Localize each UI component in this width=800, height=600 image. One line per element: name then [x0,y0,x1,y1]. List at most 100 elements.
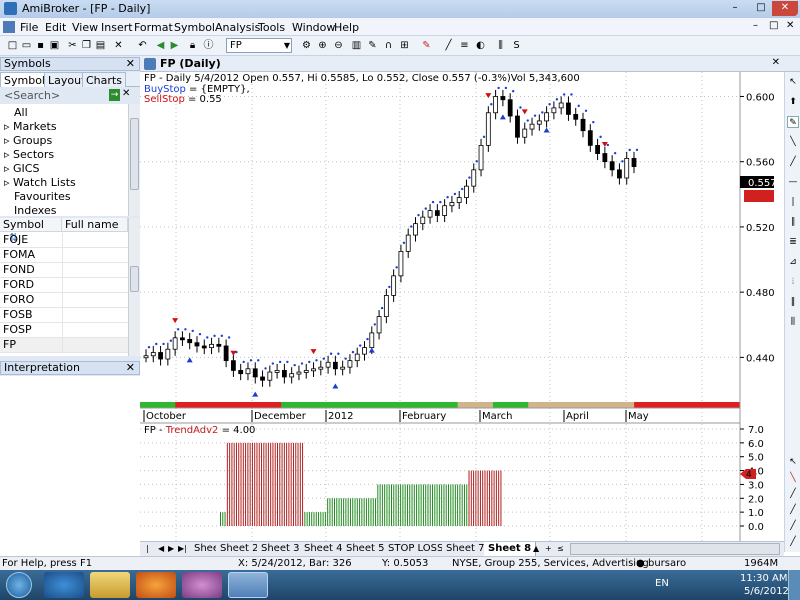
tree-scrollbar-thumb[interactable] [130,118,139,190]
chevron-down-icon[interactable]: ▼ [284,39,290,52]
list-item-selected[interactable]: FP [0,338,128,353]
sheet-tab-7[interactable]: Sheet 7 [442,542,490,556]
symbol-combobox[interactable]: FP ▼ [226,38,292,53]
sheet-tab-5[interactable]: Sheet 5 [342,542,390,556]
menu-edit[interactable]: Edit [45,21,66,34]
color-picker-icon[interactable]: ✎ [420,39,433,52]
ie-icon[interactable] [44,572,84,598]
next-sheet-icon[interactable]: ▶ [168,544,176,554]
sell-icon[interactable]: S [510,39,523,52]
tree-item-all[interactable]: All [14,106,28,119]
menu-analysis[interactable]: Analysis [215,21,260,34]
tools-icon[interactable]: ✎ [366,39,379,52]
new-icon[interactable]: □ [6,39,19,52]
copy-icon[interactable]: ❐ [80,39,93,52]
fibonacci-icon[interactable]: ≣ [787,236,799,248]
sheet-tab-4[interactable]: Sheet 4 [300,542,348,556]
search-go-icon[interactable]: → [109,89,120,101]
paste-icon[interactable]: ▤ [94,39,107,52]
slash-icon[interactable]: ╱ [787,488,799,500]
slash-icon[interactable]: ╱ [787,504,799,516]
list-item[interactable]: FOSP [0,323,128,338]
add-sheet-icon[interactable]: + [545,544,553,554]
first-sheet-icon[interactable]: |◀ [146,544,154,563]
indicator-icon[interactable]: ⫼ [494,39,507,52]
language-indicator[interactable]: EN [655,578,669,589]
menu-view[interactable]: View [72,21,98,34]
expand-icon[interactable]: ▹ [4,120,13,133]
mdi-restore-button[interactable]: □ [769,20,778,31]
cut-icon[interactable]: ✂ [66,39,79,52]
forward-icon[interactable]: ▶ [168,39,181,52]
list-item[interactable]: FORO [0,293,128,308]
cursor-icon[interactable]: ↖ [787,456,799,468]
magnet-icon[interactable]: ∩ [382,39,395,52]
tree-item-gics[interactable]: ▹ GICS [4,162,39,175]
fib-time-icon[interactable]: ⫼ [787,316,799,328]
text-icon[interactable]: ‖ [787,296,799,308]
list-item[interactable]: FOMA [0,248,128,263]
start-button[interactable] [6,572,32,598]
close-chart-icon[interactable]: ✕ [772,57,780,68]
maximize-button[interactable]: □ [748,1,774,16]
list-item[interactable]: FOSB [0,308,128,323]
gann-icon[interactable]: ⊿ [787,256,799,268]
undo-icon[interactable]: ↶ [136,39,149,52]
expand-icon[interactable]: ▹ [4,176,13,189]
arrow-icon[interactable]: ⬆ [787,96,799,108]
panel-close-icon[interactable]: ✕ [126,58,135,70]
print-icon[interactable]: ▣ [48,39,61,52]
clear-search-icon[interactable]: ✕ [122,88,130,99]
cycle-icon[interactable]: ⦙ [787,276,799,288]
open-icon[interactable]: ▭ [20,39,33,52]
delete-icon[interactable]: ✕ [112,39,125,52]
app-icon[interactable] [182,572,222,598]
back-icon[interactable]: ◀ [154,39,167,52]
grid-icon[interactable]: ⊞ [398,39,411,52]
expand-icon[interactable]: ▹ [4,148,13,161]
list-item[interactable]: FOND [0,263,128,278]
tree-item-groups[interactable]: ▹ Groups [4,134,52,147]
horizontal-line-icon[interactable]: — [787,176,799,188]
line-icon[interactable]: ╲ [787,136,799,148]
column-header-full-name[interactable]: Full name [62,218,128,232]
vertical-line-icon[interactable]: | [787,196,799,208]
zoom-in-icon[interactable]: ⊕ [316,39,329,52]
mdi-minimize-button[interactable]: – [753,20,758,31]
menu-insert[interactable]: Insert [101,21,133,34]
tree-item-favourites[interactable]: Favourites [14,190,71,203]
chart-type-icon[interactable]: ▥ [350,39,363,52]
symbol-list-scrollbar-thumb[interactable] [130,266,139,292]
amibroker-taskbar-icon[interactable] [228,572,268,598]
sheet-lock-icon[interactable]: ▲ [533,544,541,554]
prev-sheet-icon[interactable]: ◀ [158,544,166,554]
lock-icon[interactable]: 🔒︎ [186,39,199,52]
column-header-symbol[interactable]: Symbol ⇅ [0,218,62,244]
zoom-out-icon[interactable]: ⊖ [332,39,345,52]
mdi-close-button[interactable]: ✕ [786,20,794,31]
expand-icon[interactable]: ▹ [4,134,13,147]
channel-icon[interactable]: ∥ [787,216,799,228]
last-sheet-icon[interactable]: ▶| [178,544,187,554]
menu-symbol[interactable]: Symbol [174,21,215,34]
symbol-search-input[interactable]: <Search> [2,89,120,103]
show-desktop-button[interactable] [788,570,800,600]
style-icon[interactable]: ◐ [474,39,487,52]
clock-time[interactable]: 11:30 AM [740,573,787,584]
pen-icon[interactable]: ╱ [442,39,455,52]
slash-icon[interactable]: ╱ [787,520,799,532]
horizontal-scrollbar[interactable] [570,543,780,555]
line-width-icon[interactable]: ≡ [458,39,471,52]
tree-item-indexes[interactable]: Indexes [14,204,56,217]
minimize-button[interactable]: – [722,1,748,16]
tree-item-watch-lists[interactable]: ▹ Watch Lists [4,176,76,189]
sheet-tab-8[interactable]: Sheet 8 [484,542,537,556]
tab-charts[interactable]: Charts [82,72,126,87]
clock-date[interactable]: 5/6/2012 [744,586,789,597]
menu-file[interactable]: File [20,21,38,34]
settings-icon[interactable]: ⚙ [300,39,313,52]
save-icon[interactable]: ▪ [34,39,47,52]
list-item[interactable]: FOJE [0,233,128,248]
pointer-icon[interactable]: ↖ [787,76,799,88]
sheet-tab-stop-loss[interactable]: STOP LOSS [384,542,449,556]
